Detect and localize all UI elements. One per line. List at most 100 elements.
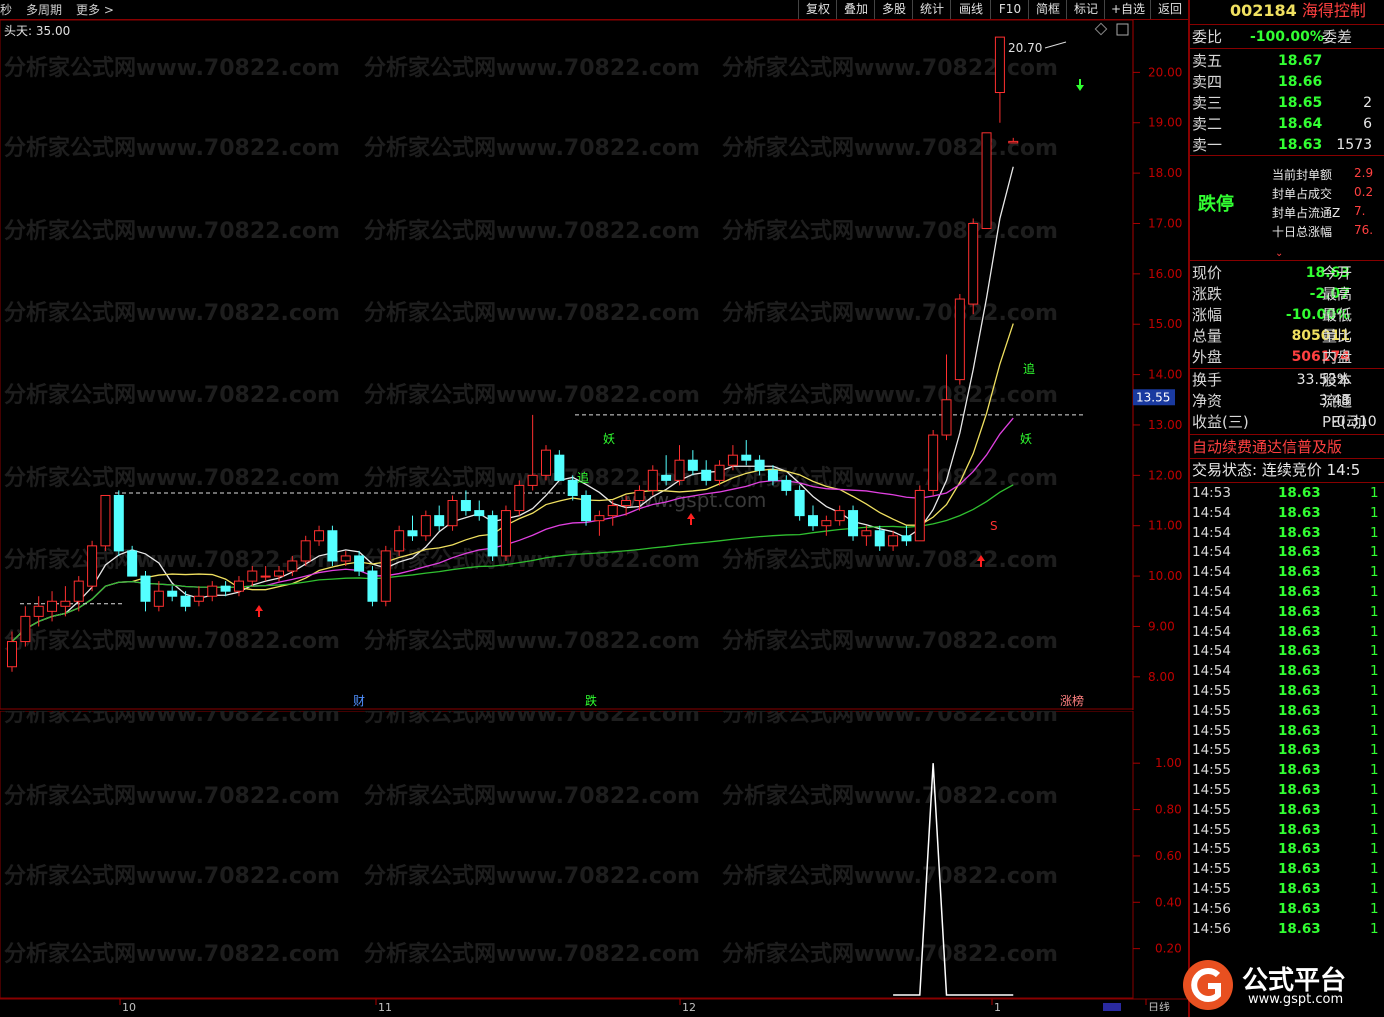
candle [981, 132, 992, 230]
candle [193, 586, 204, 607]
quote-row: 收益(三) -0.310 PE(动) [1192, 412, 1377, 432]
diamond-icon[interactable] [1094, 22, 1108, 36]
tick-row: 14:54 18.63 1 [1192, 603, 1382, 623]
tick-row: 14:56 18.63 1 [1192, 920, 1382, 940]
quote-label: 涨跌 [1192, 285, 1223, 303]
toolbar-button-6[interactable]: 简框 [1028, 0, 1067, 19]
ask-row[interactable]: 卖二 18.64 6 [1192, 114, 1372, 134]
tick-price: 18.63 [1278, 742, 1321, 759]
y-tick-label: 11.00 [1148, 519, 1182, 533]
toolbar-more[interactable]: 更多 > [76, 1, 114, 18]
ask-row[interactable]: 卖五 18.67 [1192, 51, 1322, 71]
tick-volume: 1 [1370, 821, 1379, 838]
y-tick-label: 0.60 [1155, 849, 1182, 863]
quote-label: 总量 [1192, 327, 1223, 345]
x-tick-label: 10 [122, 1001, 136, 1011]
tick-time: 14:55 [1192, 881, 1231, 897]
stock-name: 海得控制 [1301, 1, 1366, 20]
toolbar-button-8[interactable]: +自选 [1104, 0, 1151, 19]
ad-link[interactable]: 自动续费通达信普及版 [1192, 437, 1342, 457]
candle [500, 505, 511, 561]
toolbar-button-7[interactable]: 标记 [1066, 0, 1105, 19]
current-price-label: 13.55 [1136, 390, 1170, 404]
candle [460, 490, 471, 516]
tick-row: 14:53 18.63 1 [1192, 484, 1382, 504]
tick-volume: 1 [1370, 762, 1379, 779]
toolbar-button-5[interactable]: F10 [990, 0, 1029, 19]
tick-volume: 1 [1370, 544, 1379, 561]
watermark-text: 分析家公式网www.70822.com [722, 783, 1058, 809]
stock-title: 002184 海得控制 [1230, 1, 1366, 21]
tick-price: 18.63 [1278, 861, 1321, 878]
toolbar-sec[interactable]: 秒 [0, 1, 12, 18]
tick-volume: 1 [1370, 683, 1379, 699]
candle [487, 510, 498, 561]
scroll-handle[interactable] [1103, 1003, 1121, 1011]
ask-row[interactable]: 卖一 18.63 1573 [1192, 135, 1372, 155]
toolbar-button-1[interactable]: 叠加 [836, 0, 875, 19]
tick-volume: 1 [1370, 900, 1379, 917]
x-tick-label: 1 [994, 1001, 1001, 1011]
candle [968, 218, 979, 315]
watermark-text: 分析家公式网www.70822.com [4, 300, 340, 326]
candle [581, 490, 592, 526]
tick-price: 18.63 [1278, 900, 1321, 917]
marker-cai: 财 [353, 694, 365, 708]
indicator-chart[interactable]: 1.00 0.80 0.60 0.40 0.20 分析家公式网www.70822.com 分… [0, 711, 1188, 1011]
quote-row: 换手 33.53% 股本 [1192, 370, 1352, 390]
watermark-text: 分析家公式网www.70822.com [364, 941, 700, 967]
ask-volume: 2 [1363, 95, 1373, 111]
tick-row: 14:56 18.63 1 [1192, 900, 1382, 920]
watermark-text: 分析家公式网www.70822.com [364, 711, 700, 727]
toolbar-button-2[interactable]: 多股 [874, 0, 913, 19]
kline-chart[interactable]: 20.00 19.00 18.00 17.00 16.00 15.00 14.00 13.00… [0, 20, 1188, 710]
quote-label: 换手 [1192, 371, 1223, 389]
ask-label: 卖二 [1192, 115, 1223, 133]
candle [474, 500, 485, 521]
toolbar-button-0[interactable]: 复权 [798, 0, 837, 19]
ask-row[interactable]: 卖四 18.66 [1192, 72, 1322, 92]
candle [527, 414, 538, 491]
tick-price: 18.63 [1278, 722, 1321, 739]
candle [207, 581, 218, 602]
quote-row: 净资 3.48 流通 [1192, 391, 1352, 411]
toolbar-multi-period[interactable]: 多周期 [26, 1, 62, 18]
limit-item-label: 封单占流通Z [1272, 206, 1341, 220]
toolbar-button-4[interactable]: 画线 [950, 0, 991, 19]
window-icon[interactable] [1116, 23, 1129, 36]
tick-row: 14:54 18.63 1 [1192, 583, 1382, 603]
y-tick-label: 17.00 [1148, 216, 1182, 230]
toolbar-button-3[interactable]: 统计 [912, 0, 951, 19]
tick-time: 14:55 [1192, 801, 1231, 818]
watermark-text: 分析家公式网www.70822.com [364, 863, 700, 889]
limit-item-value: 2.9 [1354, 166, 1374, 180]
indicator-title: 头天: 35.00 [4, 24, 70, 38]
tick-time: 14:54 [1192, 623, 1231, 640]
ask-volume: 6 [1363, 116, 1373, 132]
candle [701, 460, 712, 486]
marker-yao: 妖 [603, 432, 615, 446]
tick-price: 18.63 [1278, 920, 1321, 937]
candle [407, 515, 418, 541]
candle [954, 294, 965, 385]
tick-price: 18.63 [1278, 821, 1321, 838]
tick-volume: 1 [1370, 663, 1379, 680]
trade-status: 交易状态: 连续竞价 14:5 [1192, 461, 1361, 479]
ask-label: 卖三 [1192, 94, 1223, 112]
marker-zhui: 追 [1023, 361, 1035, 376]
watermark-text: 分析家公式网www.70822.com [4, 711, 340, 727]
ask-row[interactable]: 卖三 18.65 2 [1192, 93, 1372, 113]
watermark-text: 分析家公式网www.70822.com [4, 628, 340, 654]
tick-volume: 1 [1370, 920, 1379, 937]
candle [808, 505, 818, 531]
chevron-down-icon[interactable]: ⌄ [1275, 248, 1283, 259]
tick-volume: 1 [1370, 722, 1379, 739]
tick-row: 14:54 18.63 1 [1192, 623, 1382, 643]
high-price-label: 20.70 [1008, 41, 1042, 55]
toolbar-button-9[interactable]: 返回 [1150, 0, 1189, 19]
tick-time: 14:55 [1192, 702, 1231, 719]
candle [834, 505, 845, 526]
tick-price: 18.63 [1278, 762, 1321, 779]
tick-row: 14:55 18.63 1 [1192, 821, 1382, 841]
marker-zhangbang: 涨榜 [1060, 693, 1084, 708]
